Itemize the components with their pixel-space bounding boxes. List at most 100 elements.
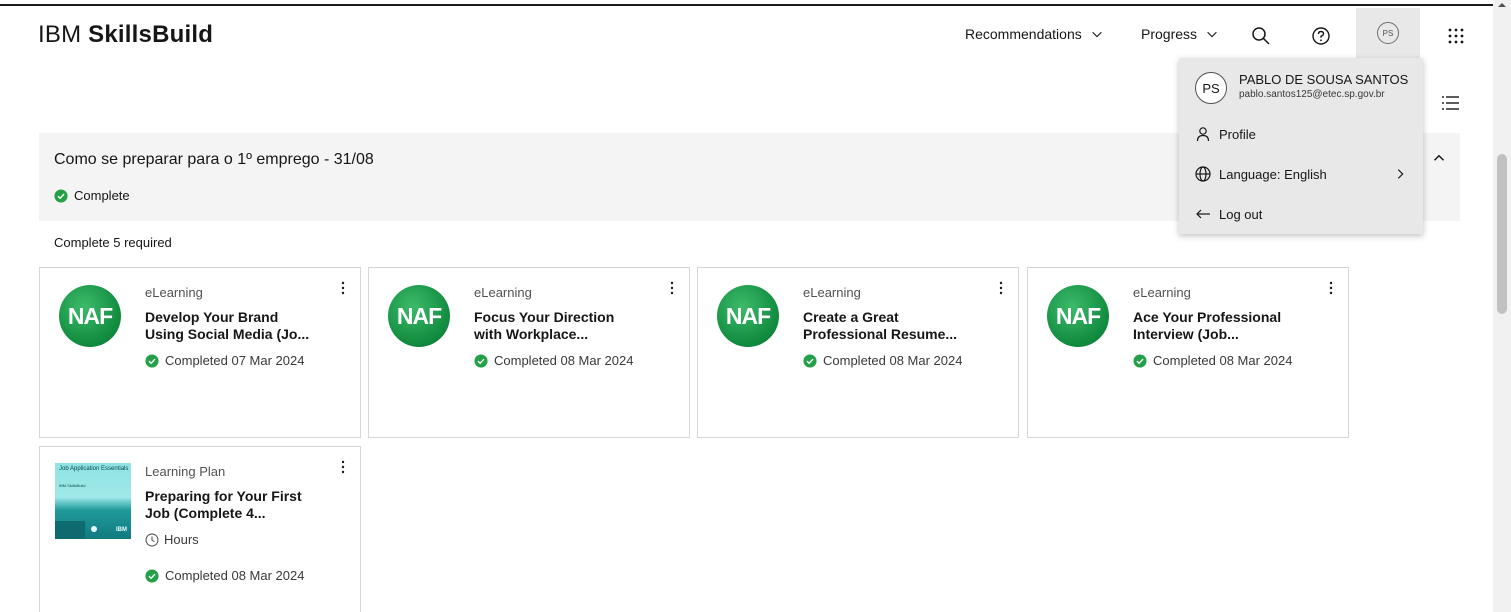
- brand-logo[interactable]: IBM SkillsBuild: [38, 21, 213, 49]
- overflow-menu-icon[interactable]: [336, 280, 350, 296]
- menu-item-logout[interactable]: Log out: [1195, 200, 1407, 228]
- brand-name: SkillsBuild: [88, 21, 214, 48]
- card-type: eLearning: [803, 285, 861, 300]
- scroll-up-arrow-icon[interactable]: [1497, 1, 1507, 9]
- thumb-title: Job Application Essentials: [59, 466, 129, 472]
- chevron-up-icon[interactable]: [1430, 149, 1448, 167]
- user-icon: [1196, 127, 1210, 142]
- card-status-label: Completed 08 Mar 2024: [823, 353, 963, 368]
- grid-icon: [1448, 28, 1464, 44]
- course-card[interactable]: NAF eLearning Ace Your Professional Inte…: [1027, 267, 1349, 438]
- card-title-line: Job (Complete 4...: [145, 505, 266, 521]
- card-status-label: Completed 08 Mar 2024: [494, 353, 634, 368]
- learning-plan-card[interactable]: Job Application Essentials IBM SkillsBui…: [39, 446, 361, 612]
- card-status: Completed 08 Mar 2024: [1133, 353, 1292, 368]
- chevron-down-icon: [1207, 31, 1217, 38]
- overflow-menu-icon[interactable]: [994, 280, 1008, 296]
- card-duration: Hours: [145, 532, 199, 547]
- section-status-label: Complete: [74, 188, 130, 203]
- check-circle-icon: [145, 568, 159, 583]
- app-switcher-button[interactable]: [1436, 16, 1476, 56]
- card-title-line: Ace Your Professional: [1133, 309, 1282, 325]
- scrollbar-thumb[interactable]: [1497, 154, 1507, 314]
- naf-logo: NAF: [1047, 285, 1109, 347]
- nav-progress[interactable]: Progress: [1141, 26, 1219, 42]
- learning-plan-thumbnail: Job Application Essentials IBM SkillsBui…: [55, 463, 131, 539]
- user-dropdown-menu: PS PABLO DE SOUSA SANTOS pablo.santos125…: [1179, 58, 1423, 234]
- scrollbar[interactable]: [1493, 0, 1511, 612]
- card-title: Focus Your Direction with Workplace...: [474, 309, 654, 343]
- naf-logo: NAF: [388, 285, 450, 347]
- nav-progress-label: Progress: [1141, 26, 1198, 42]
- menu-item-label: Profile: [1219, 126, 1256, 142]
- brand-prefix: IBM: [38, 21, 82, 48]
- overflow-menu-icon[interactable]: [665, 280, 679, 296]
- menu-item-language[interactable]: Language: English: [1195, 160, 1407, 188]
- avatar: PS: [1377, 22, 1399, 44]
- card-title-line: with Workplace...: [474, 326, 589, 342]
- help-button[interactable]: [1301, 16, 1341, 56]
- card-status-label: Completed 08 Mar 2024: [1153, 353, 1293, 368]
- course-card[interactable]: NAF eLearning Develop Your Brand Using S…: [39, 267, 361, 438]
- check-circle-icon: [803, 353, 817, 368]
- thumb-decoration: [55, 521, 85, 539]
- check-circle-icon: [1133, 353, 1147, 368]
- check-circle-icon: [145, 353, 159, 368]
- menu-item-label: Language: English: [1219, 166, 1327, 182]
- thumb-dot: [91, 526, 97, 532]
- user-menu-button[interactable]: PS: [1356, 8, 1420, 58]
- card-status: Completed 08 Mar 2024: [145, 568, 304, 583]
- card-status: Completed 08 Mar 2024: [803, 353, 962, 368]
- menu-item-label: Log out: [1219, 206, 1263, 222]
- card-title: Create a Great Professional Resume...: [803, 309, 983, 343]
- overflow-menu-icon[interactable]: [336, 459, 350, 475]
- card-status: Completed 08 Mar 2024: [474, 353, 633, 368]
- user-name: PABLO DE SOUSA SANTOS: [1239, 72, 1409, 87]
- thumb-subtitle: IBM SkillsBuild: [59, 483, 86, 488]
- card-title-line: Interview (Job...: [1133, 326, 1239, 342]
- naf-logo: NAF: [59, 285, 121, 347]
- card-title-line: Professional Resume...: [803, 326, 958, 342]
- window-top-border: [0, 0, 1493, 6]
- globe-icon: [1195, 166, 1211, 182]
- course-card[interactable]: NAF eLearning Create a Great Professiona…: [697, 267, 1019, 438]
- card-title-line: Focus Your Direction: [474, 309, 615, 325]
- card-title: Preparing for Your First Job (Complete 4…: [145, 488, 325, 522]
- search-icon: [1252, 27, 1270, 45]
- help-icon: [1312, 27, 1330, 45]
- card-status-label: Completed 07 Mar 2024: [165, 353, 305, 368]
- card-type: eLearning: [145, 285, 203, 300]
- search-button[interactable]: [1241, 16, 1281, 56]
- card-title: Ace Your Professional Interview (Job...: [1133, 309, 1313, 343]
- card-title-line: Preparing for Your First: [145, 488, 302, 504]
- card-type: eLearning: [1133, 285, 1191, 300]
- chevron-down-icon: [1091, 31, 1102, 38]
- list-view-icon[interactable]: [1438, 92, 1462, 116]
- overflow-menu-icon[interactable]: [1324, 280, 1338, 296]
- card-title: Develop Your Brand Using Social Media (J…: [145, 309, 325, 343]
- nav-recommendations[interactable]: Recommendations: [965, 26, 1104, 42]
- section-status: Complete: [54, 188, 130, 203]
- thumb-ibm-logo: IBM: [116, 527, 127, 533]
- arrow-left-icon: [1196, 209, 1210, 219]
- naf-logo: NAF: [717, 285, 779, 347]
- card-title-line: Develop Your Brand: [145, 309, 279, 325]
- nav-recommendations-label: Recommendations: [965, 26, 1082, 42]
- user-email: pablo.santos125@etec.sp.gov.br: [1239, 89, 1385, 100]
- card-type: eLearning: [474, 285, 532, 300]
- card-type: Learning Plan: [145, 464, 226, 479]
- card-status: Completed 07 Mar 2024: [145, 353, 304, 368]
- required-count: Complete 5 required: [54, 235, 172, 250]
- course-card[interactable]: NAF eLearning Focus Your Direction with …: [368, 267, 690, 438]
- section-title: Como se preparar para o 1º emprego - 31/…: [54, 151, 374, 168]
- card-title-line: Create a Great: [803, 309, 899, 325]
- check-circle-icon: [54, 188, 68, 203]
- clock-icon: [145, 533, 159, 546]
- header: IBM SkillsBuild Recommendations Progress…: [0, 8, 1493, 58]
- card-duration-label: Hours: [164, 532, 199, 547]
- chevron-right-icon: [1397, 169, 1404, 179]
- card-status-label: Completed 08 Mar 2024: [165, 568, 305, 583]
- avatar: PS: [1195, 72, 1227, 104]
- check-circle-icon: [474, 353, 488, 368]
- menu-item-profile[interactable]: Profile: [1195, 120, 1407, 148]
